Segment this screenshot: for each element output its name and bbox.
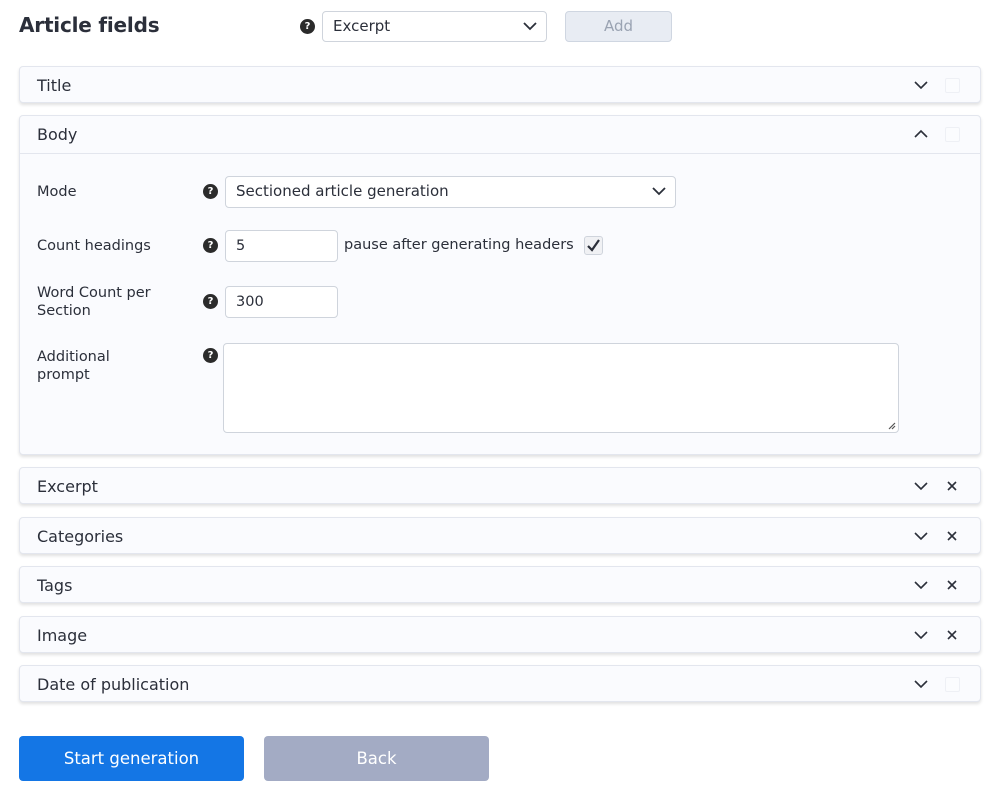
count-headings-input[interactable]: 5 (225, 230, 338, 262)
panel-body-header[interactable]: Body (20, 116, 980, 153)
chevron-down-icon[interactable] (914, 531, 928, 541)
panel-title-header[interactable]: Title (20, 67, 980, 104)
help-icon[interactable]: ? (203, 294, 218, 309)
panel-image-label: Image (37, 626, 88, 645)
mode-select[interactable]: Sectioned article generation (225, 176, 676, 208)
help-icon[interactable]: ? (203, 184, 218, 199)
panel-excerpt-label: Excerpt (37, 477, 98, 496)
resize-handle-icon[interactable] (886, 420, 896, 430)
help-icon[interactable]: ? (203, 348, 218, 363)
help-icon[interactable]: ? (203, 238, 218, 253)
close-icon[interactable] (946, 629, 958, 641)
panel-date-of-publication-header[interactable]: Date of publication (20, 666, 980, 703)
back-button[interactable]: Back (264, 736, 489, 781)
chevron-down-icon (652, 187, 666, 196)
word-count-input[interactable]: 300 (225, 286, 338, 318)
panel-categories: Categories (19, 517, 981, 554)
panel-date-of-publication: Date of publication (19, 665, 981, 702)
chevron-down-icon[interactable] (914, 630, 928, 640)
additional-prompt-label: Additional prompt (37, 348, 110, 384)
field-type-select[interactable]: Excerpt (322, 11, 547, 42)
panel-title-label: Title (37, 76, 72, 95)
checkmark-icon (587, 239, 600, 252)
additional-prompt-label-line1: Additional (37, 349, 110, 365)
chevron-down-icon (523, 22, 537, 31)
close-icon[interactable] (946, 579, 958, 591)
panel-body-label: Body (37, 125, 78, 144)
help-icon[interactable]: ? (300, 19, 315, 34)
chevron-up-icon[interactable] (914, 129, 928, 139)
close-icon[interactable] (946, 530, 958, 542)
additional-prompt-textarea[interactable] (223, 343, 899, 433)
panel-tags-header[interactable]: Tags (20, 567, 980, 604)
panel-tags: Tags (19, 566, 981, 603)
word-count-label-line1: Word Count per (37, 285, 151, 301)
panel-body: Body Mode ? Sectioned article generation… (19, 115, 981, 455)
pause-after-headers-label: pause after generating headers (344, 237, 574, 253)
panel-excerpt-header[interactable]: Excerpt (20, 468, 980, 505)
word-count-label-line2: Section (37, 303, 91, 319)
panel-title: Title (19, 66, 981, 103)
panel-categories-header[interactable]: Categories (20, 518, 980, 555)
panel-image: Image (19, 616, 981, 653)
panel-date-of-publication-label: Date of publication (37, 675, 190, 694)
remove-placeholder (945, 78, 960, 93)
page-title: Article fields (19, 13, 160, 37)
mode-select-value: Sectioned article generation (236, 182, 449, 200)
mode-label: Mode (37, 184, 77, 200)
chevron-down-icon[interactable] (914, 580, 928, 590)
panel-categories-label: Categories (37, 527, 124, 546)
field-type-select-value: Excerpt (333, 17, 391, 35)
word-count-label: Word Count per Section (37, 284, 151, 320)
start-generation-button[interactable]: Start generation (19, 736, 244, 781)
remove-placeholder (945, 127, 960, 142)
panel-excerpt: Excerpt (19, 467, 981, 504)
chevron-down-icon[interactable] (914, 80, 928, 90)
additional-prompt-label-line2: prompt (37, 367, 90, 383)
panel-tags-label: Tags (37, 576, 73, 595)
add-field-button[interactable]: Add (565, 11, 672, 42)
close-icon[interactable] (946, 480, 958, 492)
chevron-down-icon[interactable] (914, 679, 928, 689)
divider (20, 153, 980, 154)
panel-image-header[interactable]: Image (20, 617, 980, 654)
pause-after-headers-checkbox[interactable] (584, 236, 603, 255)
count-headings-label: Count headings (37, 238, 151, 254)
chevron-down-icon[interactable] (914, 481, 928, 491)
remove-placeholder (945, 677, 960, 692)
